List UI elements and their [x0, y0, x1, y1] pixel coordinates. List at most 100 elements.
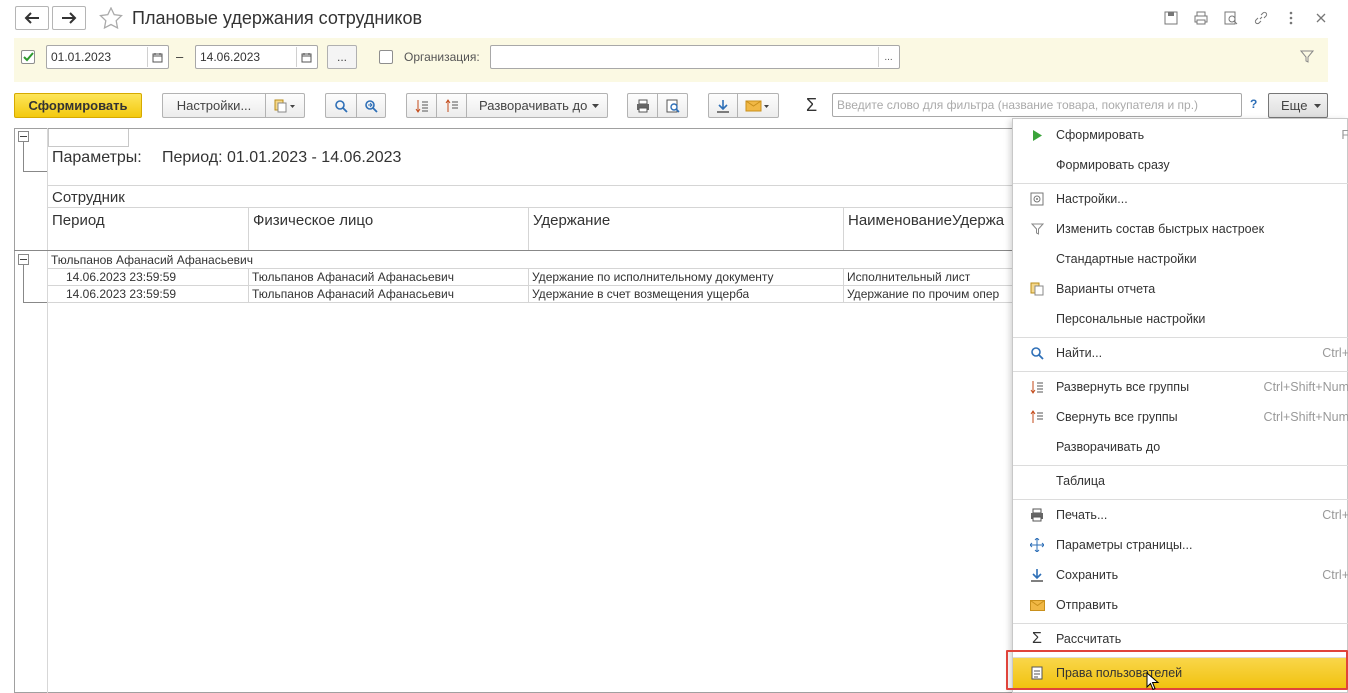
settings-icon [1029, 191, 1045, 207]
menu-item-expand-to[interactable]: Разворачивать до [1013, 432, 1348, 462]
menu-item-generate[interactable]: Сформировать F [1013, 120, 1348, 150]
search-next-icon [364, 99, 378, 113]
row-divider [48, 285, 1014, 286]
selected-cell[interactable] [48, 129, 129, 147]
help-button[interactable]: ? [1250, 97, 1257, 111]
column-header-name: НаименованиеУдержа [848, 212, 1005, 229]
period-checkbox[interactable] [21, 50, 35, 64]
calendar-icon[interactable] [147, 47, 167, 67]
save-icon [1029, 567, 1045, 583]
close-icon[interactable] [1310, 7, 1332, 29]
organization-field[interactable]: ... [490, 45, 900, 69]
page-title: Плановые удержания сотрудников [132, 8, 423, 28]
menu-item-report-variants[interactable]: Варианты отчета [1013, 274, 1348, 304]
collapse-all-button[interactable] [436, 93, 467, 118]
cell-name[interactable]: Исполнительный лист [847, 270, 1014, 284]
menu-item-shortcut: Ctrl+Shift+Num [1263, 410, 1348, 424]
settings-button[interactable]: Настройки... [162, 93, 266, 118]
menu-item-expand-all[interactable]: Развернуть все группы Ctrl+Shift+Num [1013, 372, 1348, 402]
sum-icon: Σ [1032, 630, 1042, 647]
expand-to-label: Разворачивать до [479, 98, 588, 113]
organization-label: Организация: [404, 50, 480, 64]
organization-select-button[interactable]: ... [878, 47, 898, 67]
filter-funnel-icon[interactable] [1300, 50, 1314, 63]
mail-icon [1029, 597, 1045, 613]
date-to-field[interactable]: 14.06.2023 [195, 45, 318, 69]
expand-all-button[interactable] [406, 93, 437, 118]
more-button[interactable]: Еще [1268, 93, 1328, 118]
menu-item-save[interactable]: Сохранить Ctrl+ [1013, 560, 1348, 590]
print-icon [636, 99, 650, 113]
cell-deduction[interactable]: Удержание по исполнительному документу [532, 270, 774, 284]
cell-person[interactable]: Тюльпанов Афанасий Афанасьевич [252, 287, 454, 301]
tree-line [23, 171, 47, 172]
search-input[interactable]: Введите слово для фильтра (название това… [832, 93, 1242, 117]
menu-item-quick-settings[interactable]: Изменить состав быстрых настроек [1013, 214, 1348, 244]
row-divider [48, 185, 1014, 186]
forward-button[interactable] [52, 6, 86, 30]
print-button[interactable] [627, 93, 658, 118]
organization-checkbox[interactable] [379, 50, 393, 64]
menu-item-label: Сформировать [1056, 128, 1145, 142]
menu-item-personal-settings[interactable]: Персональные настройки [1013, 304, 1348, 334]
group-gutter [14, 128, 48, 693]
preview-icon [666, 99, 680, 113]
save-button[interactable] [708, 93, 738, 118]
print-window-icon[interactable] [1190, 7, 1212, 29]
back-button[interactable] [15, 6, 49, 30]
cell-deduction[interactable]: Удержание в счет возмещения ущерба [532, 287, 749, 301]
row-divider [48, 268, 1014, 269]
menu-item-label: Параметры страницы... [1056, 538, 1193, 552]
save-window-icon[interactable] [1160, 7, 1182, 29]
highlight-frame [1006, 650, 1348, 690]
generate-button[interactable]: Сформировать [14, 93, 142, 118]
menu-item-send[interactable]: Отправить [1013, 590, 1348, 620]
link-icon[interactable] [1250, 7, 1272, 29]
play-icon [1029, 127, 1045, 143]
search-placeholder: Введите слово для фильтра (название това… [837, 98, 1199, 112]
favorite-star-icon[interactable] [99, 7, 123, 29]
menu-item-standard-settings[interactable]: Стандартные настройки [1013, 244, 1348, 274]
preview-window-icon[interactable] [1220, 7, 1242, 29]
more-vertical-icon[interactable] [1280, 7, 1302, 29]
more-label: Еще [1281, 98, 1308, 113]
row-divider [48, 302, 1014, 303]
menu-item-print[interactable]: Печать... Ctrl+ [1013, 500, 1348, 530]
menu-item-label: Сохранить [1056, 568, 1119, 582]
expand-to-dropdown[interactable]: Разворачивать до [466, 93, 608, 118]
search-icon [334, 99, 348, 113]
choose-period-button[interactable]: ... [327, 45, 357, 69]
menu-item-generate-immediately[interactable]: Формировать сразу [1013, 150, 1348, 180]
params-label: Параметры: [52, 149, 142, 166]
find-next-button[interactable] [356, 93, 386, 118]
send-button[interactable] [737, 93, 779, 118]
menu-item-collapse-all[interactable]: Свернуть все группы Ctrl+Shift+Num [1013, 402, 1348, 432]
cell-period[interactable]: 14.06.2023 23:59:59 [66, 270, 176, 284]
more-menu: Сформировать F Формировать сразу Настрой… [1012, 118, 1348, 693]
date-from-field[interactable]: 01.01.2023 [46, 45, 169, 69]
menu-item-find[interactable]: Найти... Ctrl+ [1013, 338, 1348, 368]
menu-item-label: Печать... [1056, 508, 1108, 522]
calendar-icon[interactable] [296, 47, 316, 67]
menu-item-shortcut: Ctrl+ [1322, 346, 1348, 360]
report-variants-button[interactable] [265, 93, 305, 118]
menu-item-table[interactable]: Таблица [1013, 466, 1348, 496]
mail-icon [745, 100, 771, 112]
group-row-name[interactable]: Тюльпанов Афанасий Афанасьевич [51, 253, 253, 267]
tree-line [23, 265, 24, 303]
column-header-deduction: Удержание [533, 212, 611, 229]
expand-all-icon [415, 99, 429, 113]
print-preview-button[interactable] [657, 93, 688, 118]
cell-period[interactable]: 14.06.2023 23:59:59 [66, 287, 176, 301]
search-icon [1029, 345, 1045, 361]
menu-item-settings[interactable]: Настройки... [1013, 184, 1348, 214]
row-divider [48, 207, 1014, 208]
cell-name[interactable]: Удержание по прочим опер [847, 287, 1014, 301]
collapse-group-icon[interactable] [18, 254, 29, 265]
cell-person[interactable]: Тюльпанов Афанасий Афанасьевич [252, 270, 454, 284]
sum-icon[interactable]: Σ [806, 95, 817, 116]
menu-item-label: Стандартные настройки [1056, 252, 1197, 266]
menu-item-page-setup[interactable]: Параметры страницы... [1013, 530, 1348, 560]
variants-icon [1029, 281, 1045, 297]
find-button[interactable] [325, 93, 357, 118]
